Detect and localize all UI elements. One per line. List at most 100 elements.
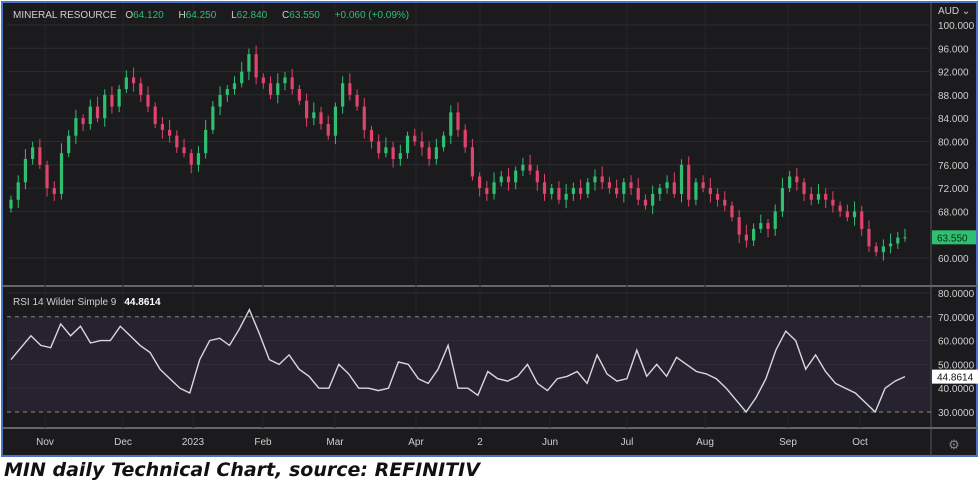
candle-body <box>636 188 640 200</box>
candle-body <box>665 182 669 189</box>
time-tick-label: 2023 <box>182 437 205 448</box>
price-tick-label: 92.000 <box>938 68 969 79</box>
rsi-tick-label: 60.0000 <box>938 337 975 348</box>
candle-body <box>708 188 712 194</box>
rsi-value-tag-label: 44.8614 <box>937 373 974 384</box>
candle-body <box>240 71 244 84</box>
time-tick-label: Aug <box>696 437 714 448</box>
candle-body <box>903 237 907 239</box>
time-tick-label: Dec <box>114 437 132 448</box>
candle-body <box>651 193 655 206</box>
candle-body <box>95 106 100 119</box>
candle-body <box>470 147 475 177</box>
candle-body <box>326 124 330 136</box>
candle-body <box>319 112 323 125</box>
candle-body <box>788 176 792 189</box>
rsi-header: RSI 14 Wilder Simple 9 44.8614 <box>13 297 161 308</box>
candle-body <box>795 176 799 183</box>
price-tick-label: 76.000 <box>938 161 969 172</box>
candle-body <box>896 237 900 244</box>
candle-body <box>564 193 568 200</box>
candle-body <box>867 228 871 247</box>
candle-body <box>449 112 453 136</box>
candle-body <box>874 246 878 253</box>
candle-body <box>261 77 265 84</box>
candle-body <box>377 141 381 154</box>
candle-body <box>290 77 294 90</box>
candle-body <box>809 193 813 200</box>
candle-body <box>304 100 309 119</box>
time-tick-label: Nov <box>36 437 54 448</box>
candle-body <box>67 135 71 154</box>
high-value: 64.250 <box>185 10 217 21</box>
candle-body <box>312 112 316 119</box>
candle-body <box>441 135 446 148</box>
candle-body <box>276 83 280 95</box>
symbol-name: MINERAL RESOURCE <box>13 10 117 21</box>
candle-body <box>557 188 561 200</box>
low-label: L <box>231 10 237 21</box>
chart-frame: 100.000 96.000 92.000 88.000 84.000 80.000 76.… <box>1 1 978 457</box>
price-tick-label: 84.000 <box>938 114 969 125</box>
candle-body <box>607 182 612 189</box>
candle-body <box>694 182 698 200</box>
candle-body <box>333 106 338 136</box>
candle-body <box>571 188 575 194</box>
price-tick-label: 88.000 <box>938 91 969 102</box>
candle-body <box>283 77 287 84</box>
candle-body <box>852 211 857 218</box>
time-tick-label: Mar <box>326 437 344 448</box>
candle-body <box>31 147 35 159</box>
candle-body <box>679 164 684 194</box>
candle-body <box>38 147 42 165</box>
candle-body <box>535 170 539 183</box>
candle-body <box>196 153 201 165</box>
candle-body <box>268 83 273 95</box>
time-tick-label: Sep <box>779 437 797 448</box>
rsi-value: 44.8614 <box>124 297 161 308</box>
candle-body <box>824 193 828 200</box>
settings-gear-icon[interactable]: ⚙ <box>948 437 960 452</box>
candle-body <box>615 188 619 194</box>
candle-body <box>600 176 604 183</box>
currency-selector[interactable]: AUD ⌄ <box>938 6 970 17</box>
candle-body <box>204 129 208 154</box>
candle-body <box>730 205 734 218</box>
candle-body <box>463 129 467 148</box>
candle-body <box>845 211 849 218</box>
price-tick-label: 60.000 <box>938 254 969 265</box>
time-tick-label: Jun <box>542 437 558 448</box>
rsi-tick-label: 40.0000 <box>938 384 975 395</box>
candle-body <box>168 129 172 136</box>
candle-body <box>59 153 64 194</box>
candle-body <box>773 211 777 229</box>
price-tick-label: 96.000 <box>938 44 969 55</box>
candle-body <box>622 182 626 194</box>
candle-body <box>117 89 121 107</box>
candle-body <box>643 199 648 206</box>
price-tick-label: 100.000 <box>938 21 975 32</box>
candle-body <box>232 83 237 90</box>
candle-body <box>297 89 301 101</box>
candle-body <box>153 106 157 125</box>
candle-body <box>391 147 395 159</box>
candle-body <box>211 106 215 130</box>
candle-body <box>182 147 186 154</box>
candle-body <box>88 106 92 125</box>
candle-body <box>139 83 143 95</box>
chart-caption: MIN daily Technical Chart, source: REFIN… <box>4 459 480 481</box>
candle-body <box>506 176 511 183</box>
candle-body <box>514 170 518 183</box>
candle-body <box>427 147 431 159</box>
chart-canvas[interactable]: 100.000 96.000 92.000 88.000 84.000 80.000 76.… <box>3 3 978 457</box>
change-value: +0.060 (+0.09%) <box>334 10 410 21</box>
candle-body <box>528 164 532 171</box>
candle-body <box>744 234 748 241</box>
time-tick-label: Oct <box>852 437 868 448</box>
candle-body <box>723 199 727 206</box>
candle-body <box>888 243 893 247</box>
candle-body <box>456 112 460 130</box>
low-value: 62.840 <box>236 10 268 21</box>
open-value: 64.120 <box>133 10 164 21</box>
candle-body <box>478 176 482 189</box>
